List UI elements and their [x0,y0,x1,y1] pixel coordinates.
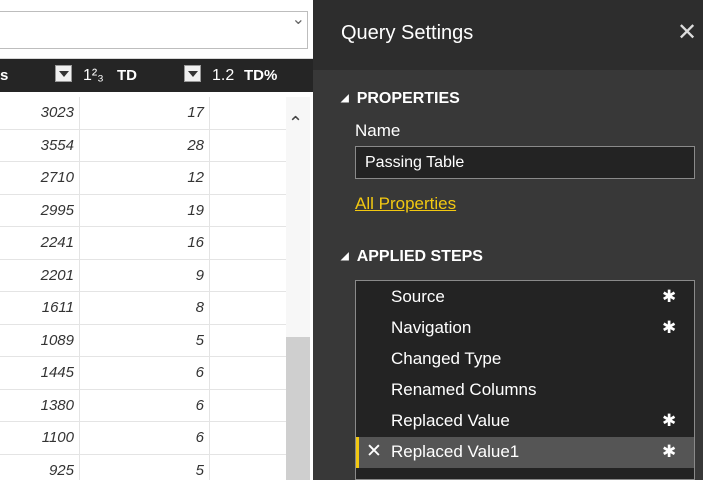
table-row[interactable]: 3023 17 [0,97,286,130]
gear-icon[interactable]: ✱ [662,411,676,431]
table-row[interactable]: 2241 16 [0,227,286,260]
column-header-2-label[interactable]: TD [117,67,137,84]
cell[interactable]: 2710 [0,162,80,194]
table-row[interactable]: 1100 6 [0,422,286,455]
cell[interactable]: 12 [80,162,210,194]
step-navigation[interactable]: Navigation ✱ [356,313,694,344]
delete-step-icon[interactable]: ✕ [366,440,382,463]
properties-section-header[interactable]: ◢ PROPERTIES [341,90,460,108]
query-settings-panel: Query Settings ✕ ◢ PROPERTIES Name Passin… [313,0,703,480]
cell[interactable]: 5 [80,454,210,480]
gear-icon[interactable]: ✱ [662,442,676,462]
decimal-type-icon[interactable]: 1.2 [212,67,234,85]
cell[interactable]: 6 [80,422,210,454]
column-header-1-label[interactable]: s [0,67,8,84]
collapse-triangle-icon[interactable]: ◢ [341,93,349,104]
cell[interactable]: 28 [80,129,210,161]
name-label: Name [355,121,401,140]
collapse-triangle-icon[interactable]: ◢ [341,251,349,262]
step-changed-type[interactable]: Changed Type [356,344,694,375]
selected-indicator [356,437,359,468]
data-grid: 3023 17 3554 28 2710 12 2995 19 2241 16 2201 9… [0,97,286,480]
table-row[interactable]: 1611 8 [0,292,286,325]
step-label: Renamed Columns [391,380,537,399]
column-header-row: s 1²₃ TD 1.2 TD% [0,59,313,92]
panel-title: Query Settings [341,22,474,44]
step-label: Replaced Value1 [391,442,520,461]
column-header-3-label[interactable]: TD% [244,67,277,84]
step-renamed-columns[interactable]: Renamed Columns [356,375,694,406]
table-row[interactable]: 3554 28 [0,129,286,162]
table-row[interactable]: 1380 6 [0,389,286,422]
properties-heading: PROPERTIES [356,90,460,107]
table-row[interactable]: 2995 19 [0,194,286,227]
cell[interactable]: 8 [80,292,210,324]
applied-steps-section-header[interactable]: ◢ APPLIED STEPS [341,248,483,266]
cell[interactable]: 2995 [0,194,80,226]
scrollbar-thumb[interactable] [286,337,310,480]
cell[interactable]: 1089 [0,324,80,356]
table-row[interactable]: 2201 9 [0,259,286,292]
column-filter-dropdown-1[interactable] [55,65,72,82]
applied-steps-heading: APPLIED STEPS [356,248,483,265]
table-row[interactable]: 925 5 [0,454,286,480]
step-replaced-value1[interactable]: ✕ Replaced Value1 ✱ [356,437,694,468]
formula-bar: ⌄ [0,0,313,59]
chevron-up-icon[interactable]: ⌃ [288,113,303,134]
cell[interactable]: 1611 [0,292,80,324]
cell[interactable]: 3023 [0,97,80,129]
step-label: Navigation [391,318,472,337]
close-icon[interactable]: ✕ [677,18,697,47]
cell[interactable]: 6 [80,357,210,389]
chevron-down-icon[interactable]: ⌄ [292,9,305,29]
step-label: Source [391,287,445,306]
cell[interactable]: 1445 [0,357,80,389]
cell[interactable]: 17 [80,97,210,129]
step-label: Changed Type [391,349,502,368]
step-replaced-value[interactable]: Replaced Value ✱ [356,406,694,437]
cell[interactable]: 2201 [0,259,80,291]
gear-icon[interactable]: ✱ [662,287,676,307]
step-label: Replaced Value [391,411,510,430]
cell[interactable]: 1380 [0,389,80,421]
formula-input[interactable] [0,11,308,49]
column-filter-dropdown-2[interactable] [184,65,201,82]
applied-steps-list: Source ✱ Navigation ✱ Changed Type Renam… [355,280,695,480]
whole-number-type-icon[interactable]: 1²₃ [83,67,104,85]
query-name-field[interactable]: Passing Table [355,146,695,179]
cell[interactable]: 9 [80,259,210,291]
cell[interactable]: 19 [80,194,210,226]
vertical-scrollbar[interactable]: ⌃ [286,97,310,480]
gear-icon[interactable]: ✱ [662,318,676,338]
data-preview-pane: ⌄ s 1²₃ TD 1.2 TD% 3023 17 3554 28 2710 12 … [0,0,313,480]
cell[interactable]: 2241 [0,227,80,259]
step-source[interactable]: Source ✱ [356,282,694,313]
table-row[interactable]: 1445 6 [0,357,286,390]
cell[interactable]: 16 [80,227,210,259]
cell[interactable]: 6 [80,389,210,421]
all-properties-link[interactable]: All Properties [355,194,456,214]
cell[interactable]: 3554 [0,129,80,161]
cell[interactable]: 925 [0,454,80,480]
table-row[interactable]: 2710 12 [0,162,286,195]
cell[interactable]: 1100 [0,422,80,454]
table-row[interactable]: 1089 5 [0,324,286,357]
cell[interactable]: 5 [80,324,210,356]
